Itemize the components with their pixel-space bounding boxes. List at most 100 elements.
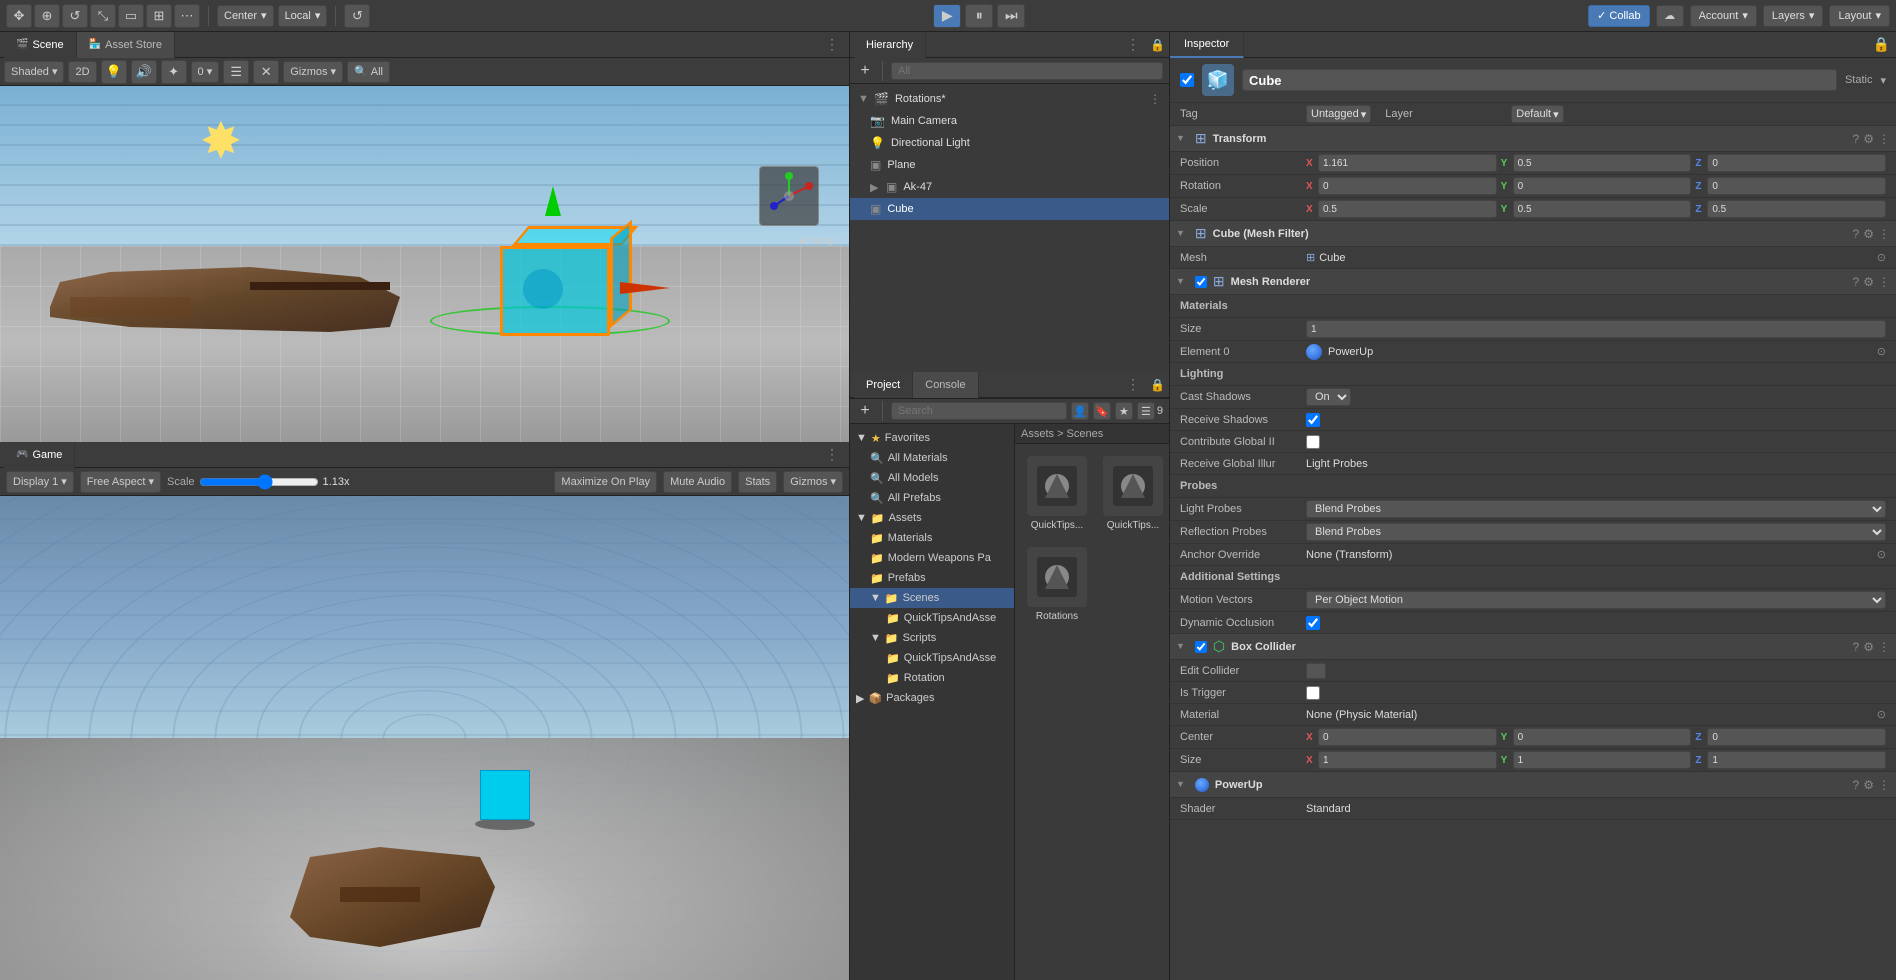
- packages-folder[interactable]: ▶ 📦 Packages: [850, 688, 1014, 708]
- rotate-tool-button[interactable]: ↺: [62, 4, 88, 28]
- transform-tool-button[interactable]: ⊞: [146, 4, 172, 28]
- scene-tab[interactable]: 🎬 Scene: [4, 32, 77, 58]
- overlay-btn[interactable]: 0 ▾: [191, 61, 220, 83]
- center-x-input[interactable]: [1318, 728, 1497, 746]
- prefabs-folder[interactable]: 📁 Prefabs: [850, 568, 1014, 588]
- scale-y-input[interactable]: [1513, 200, 1692, 218]
- inspector-lock-icon[interactable]: 🔒: [1873, 36, 1890, 53]
- mesh-renderer-header[interactable]: ⊞ Mesh Renderer ? ⚙ ⋮: [1170, 269, 1896, 295]
- rotation-y-input[interactable]: [1513, 177, 1692, 195]
- stats-btn[interactable]: Stats: [738, 471, 777, 493]
- meshrenderer-enabled-checkbox[interactable]: [1195, 276, 1207, 288]
- mesh-target-icon[interactable]: ⊙: [1877, 251, 1886, 264]
- favorites-header[interactable]: ▼ ★ Favorites: [850, 428, 1014, 448]
- scene-gizmo[interactable]: [759, 166, 819, 226]
- scene-cube[interactable]: [500, 246, 630, 346]
- hierarchy-add-button[interactable]: +: [856, 62, 874, 80]
- audio-button[interactable]: 🔊: [131, 60, 157, 84]
- layout-dropdown[interactable]: Layout ▾: [1829, 5, 1890, 27]
- layers-dropdown[interactable]: Layers ▾: [1763, 5, 1824, 27]
- object-enabled-checkbox[interactable]: [1180, 73, 1194, 87]
- contribute-gi-checkbox[interactable]: [1306, 435, 1320, 449]
- scale-z-input[interactable]: [1707, 200, 1886, 218]
- edit-collider-btn[interactable]: [1306, 663, 1326, 679]
- project-file-1[interactable]: QuickTips...: [1023, 452, 1091, 535]
- size-input[interactable]: [1306, 320, 1886, 338]
- boxcollider-help-icon[interactable]: ?: [1853, 640, 1860, 654]
- project-filter2[interactable]: 🔖: [1093, 402, 1111, 420]
- account-dropdown[interactable]: Account ▾: [1690, 5, 1757, 27]
- project-filter3[interactable]: ★: [1115, 402, 1133, 420]
- project-lock[interactable]: 🔒: [1150, 378, 1165, 392]
- lighting-button[interactable]: 💡: [101, 60, 127, 84]
- move-tool-button[interactable]: ⊕: [34, 4, 60, 28]
- 2d-button[interactable]: 2D: [68, 61, 96, 83]
- cast-shadows-dropdown[interactable]: On: [1306, 388, 1351, 406]
- scripts-folder[interactable]: ▼ 📁 Scripts: [850, 628, 1014, 648]
- rotation-x-input[interactable]: [1318, 177, 1497, 195]
- meshrenderer-menu-icon[interactable]: ⋮: [1878, 275, 1890, 289]
- powerup-settings-icon[interactable]: ⚙: [1863, 778, 1874, 792]
- local-dropdown[interactable]: Local ▾: [278, 5, 328, 27]
- transform-component-header[interactable]: ⊞ Transform ? ⚙ ⋮: [1170, 126, 1896, 152]
- collab-button[interactable]: ✓ Collab: [1588, 5, 1649, 27]
- effects-button[interactable]: ✦: [161, 60, 187, 84]
- hierarchy-item-cube[interactable]: ▣ Cube: [850, 198, 1169, 220]
- is-trigger-checkbox[interactable]: [1306, 686, 1320, 700]
- play-button[interactable]: ▶: [933, 4, 961, 28]
- rect-tool-button[interactable]: ▭: [118, 4, 144, 28]
- scene-menu-icon[interactable]: ⋮: [1149, 92, 1161, 106]
- pause-button[interactable]: ⏸: [965, 4, 993, 28]
- hierarchy-item-plane[interactable]: ▣ Plane: [850, 154, 1169, 176]
- transform-menu-icon[interactable]: ⋮: [1878, 132, 1890, 146]
- game-tab[interactable]: 🎮 Game: [4, 442, 75, 468]
- center-z-input[interactable]: [1707, 728, 1886, 746]
- powerup-help-icon[interactable]: ?: [1853, 778, 1860, 792]
- reflection-probes-dropdown[interactable]: Blend Probes: [1306, 523, 1886, 541]
- anchor-target-icon[interactable]: ⊙: [1877, 548, 1886, 561]
- motion-vectors-dropdown[interactable]: Per Object Motion: [1306, 591, 1886, 609]
- hierarchy-item-camera[interactable]: 📷 Main Camera: [850, 110, 1169, 132]
- dynamic-occlusion-checkbox[interactable]: [1306, 616, 1320, 630]
- refresh-button[interactable]: ↺: [344, 4, 370, 28]
- collider-material-target-icon[interactable]: ⊙: [1877, 708, 1886, 721]
- gizmos-dropdown[interactable]: Gizmos ▾: [283, 61, 343, 83]
- project-tab[interactable]: Project: [854, 372, 913, 398]
- mesh-filter-header[interactable]: ⊞ Cube (Mesh Filter) ? ⚙ ⋮: [1170, 221, 1896, 247]
- meshfilter-menu-icon[interactable]: ⋮: [1878, 227, 1890, 241]
- list-view-btn[interactable]: ☰: [1137, 402, 1155, 420]
- all-models-item[interactable]: 🔍 All Models: [850, 468, 1014, 488]
- scene-filter-btn[interactable]: ☰: [223, 60, 249, 84]
- display-dropdown[interactable]: Display 1 ▾: [6, 471, 74, 493]
- tag-dropdown[interactable]: Untagged ▾: [1306, 105, 1371, 123]
- modern-weapons-folder[interactable]: 📁 Modern Weapons Pa: [850, 548, 1014, 568]
- maximize-on-play-btn[interactable]: Maximize On Play: [554, 471, 657, 493]
- all-materials-item[interactable]: 🔍 All Materials: [850, 448, 1014, 468]
- console-tab[interactable]: Console: [913, 372, 978, 398]
- game-panel-menu[interactable]: ⋮: [819, 446, 845, 463]
- position-x-input[interactable]: [1318, 154, 1497, 172]
- boxcollider-menu-icon[interactable]: ⋮: [1878, 640, 1890, 654]
- meshrenderer-help-icon[interactable]: ?: [1853, 275, 1860, 289]
- step-button[interactable]: ⏭: [997, 4, 1025, 28]
- project-menu[interactable]: ⋮: [1120, 376, 1146, 393]
- scale-slider[interactable]: [199, 474, 319, 490]
- transform-settings-icon[interactable]: ⚙: [1863, 132, 1874, 146]
- scene-panel-menu[interactable]: ⋮: [819, 36, 845, 53]
- quicktips-scenes-folder[interactable]: 📁 QuickTipsAndAsse: [850, 608, 1014, 628]
- scene-settings-btn[interactable]: ✕: [253, 60, 279, 84]
- hierarchy-item-ak47[interactable]: ▶ ▣ Ak-47: [850, 176, 1169, 198]
- assets-header[interactable]: ▼ 📁 Assets: [850, 508, 1014, 528]
- meshfilter-settings-icon[interactable]: ⚙: [1863, 227, 1874, 241]
- shaded-dropdown[interactable]: Shaded ▾: [4, 61, 64, 83]
- all-prefabs-item[interactable]: 🔍 All Prefabs: [850, 488, 1014, 508]
- position-z-input[interactable]: [1707, 154, 1886, 172]
- quicktips-scripts-folder[interactable]: 📁 QuickTipsAndAsse: [850, 648, 1014, 668]
- materials-folder[interactable]: 📁 Materials: [850, 528, 1014, 548]
- mute-audio-btn[interactable]: Mute Audio: [663, 471, 732, 493]
- aspect-dropdown[interactable]: Free Aspect ▾: [80, 471, 161, 493]
- object-name-input[interactable]: [1242, 69, 1837, 91]
- position-y-input[interactable]: [1513, 154, 1692, 172]
- project-file-3[interactable]: Rotations: [1023, 543, 1091, 626]
- hierarchy-search-input[interactable]: [891, 62, 1163, 80]
